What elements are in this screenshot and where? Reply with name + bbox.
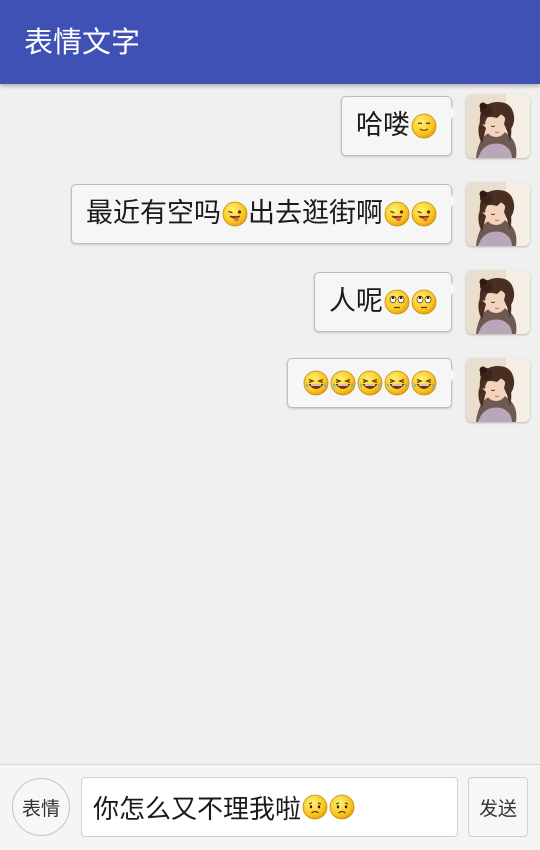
- tongue-wink-emoji-icon: [411, 201, 437, 227]
- page-title: 表情文字: [24, 25, 141, 59]
- message-bubble[interactable]: 人呢: [314, 272, 458, 332]
- sad-emoji-icon: [302, 794, 328, 820]
- message-list[interactable]: 哈喽 最近有空吗 出去逛街啊 人呢: [0, 84, 540, 764]
- composer-bar: 表情 你怎么又不理我啦 发送: [0, 764, 540, 850]
- eyeroll-emoji-icon: [411, 289, 437, 315]
- avatar[interactable]: [466, 358, 530, 422]
- message-input[interactable]: 你怎么又不理我啦: [81, 777, 458, 837]
- emoji-toggle-button[interactable]: 表情: [12, 778, 70, 836]
- eyeroll-emoji-icon: [384, 289, 410, 315]
- laugh-tears-emoji-icon: [384, 370, 410, 396]
- message-row: 最近有空吗 出去逛街啊: [71, 182, 530, 250]
- laugh-tears-emoji-icon: [411, 370, 437, 396]
- laugh-tears-emoji-icon: [357, 370, 383, 396]
- sad-emoji-icon: [329, 794, 355, 820]
- message-bubble[interactable]: [287, 358, 458, 408]
- message-text: 哈喽: [356, 110, 410, 141]
- message-bubble[interactable]: 哈喽: [341, 96, 458, 156]
- app-bar: 表情文字: [0, 0, 540, 84]
- message-row: [287, 358, 530, 426]
- message-text: 最近有空吗: [86, 198, 221, 229]
- send-button[interactable]: 发送: [468, 777, 528, 837]
- avatar[interactable]: [466, 182, 530, 246]
- message-row: 哈喽: [341, 94, 530, 162]
- laugh-tears-emoji-icon: [303, 370, 329, 396]
- message-bubble[interactable]: 最近有空吗 出去逛街啊: [71, 184, 458, 244]
- tongue-wink-emoji-icon: [384, 201, 410, 227]
- message-text: 人呢: [329, 286, 383, 317]
- smile-emoji-icon: [411, 113, 437, 139]
- laugh-tears-emoji-icon: [330, 370, 356, 396]
- message-input-value: 你怎么又不理我啦: [93, 794, 302, 825]
- avatar[interactable]: [466, 94, 530, 158]
- tongue-wink-emoji-icon: [222, 201, 248, 227]
- avatar[interactable]: [466, 270, 530, 334]
- message-row: 人呢: [314, 270, 530, 338]
- message-text-continued: 出去逛街啊: [248, 198, 383, 229]
